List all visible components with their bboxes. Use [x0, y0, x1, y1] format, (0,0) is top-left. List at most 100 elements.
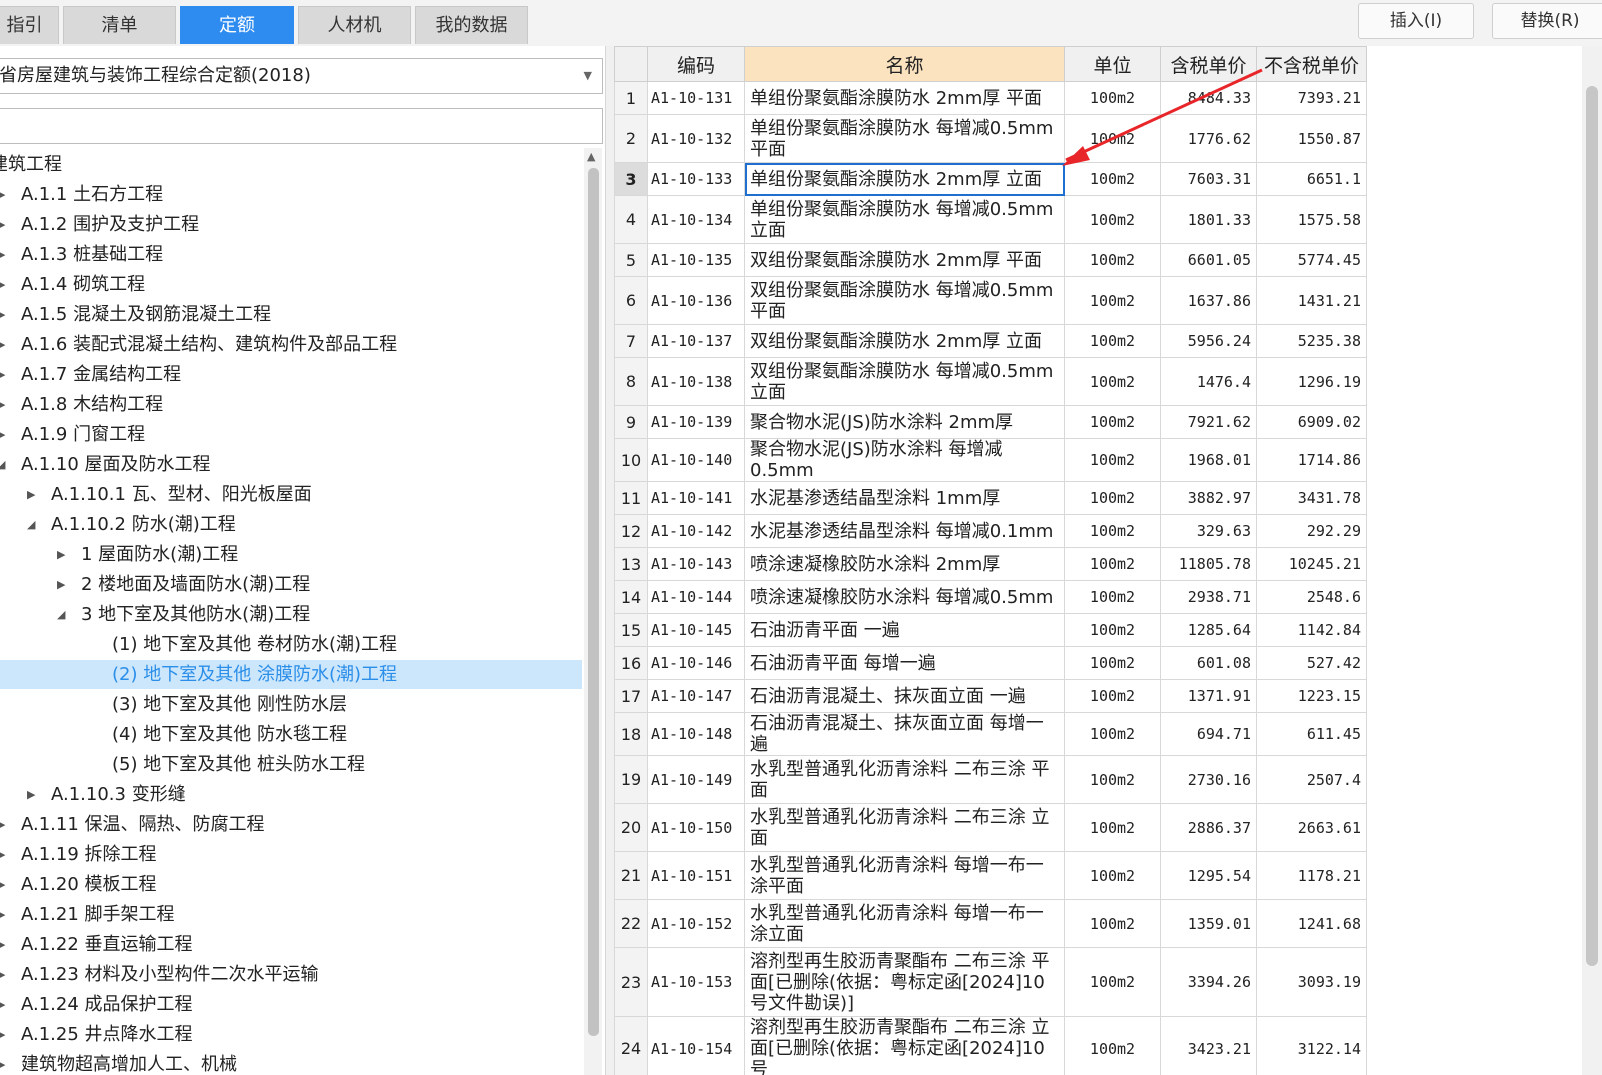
row-number[interactable]: 16 — [614, 646, 648, 680]
header-price-without-tax[interactable]: 不含税单价 — [1256, 46, 1367, 82]
price-without-tax[interactable]: 1223.15 — [1256, 679, 1367, 713]
price-without-tax[interactable]: 1142.84 — [1256, 613, 1367, 647]
expand-arrow-icon[interactable]: ▶ — [0, 330, 5, 359]
tree-node[interactable]: ▶ A.1.10.1 瓦、型材、阳光板屋面 — [0, 480, 582, 509]
tree-node[interactable]: ▶ A.1.22 垂直运输工程 — [0, 930, 582, 959]
quota-name[interactable]: 单组份聚氨酯涂膜防水 2mm厚 平面 — [744, 81, 1065, 115]
quota-name[interactable]: 聚合物水泥(JS)防水涂料 每增减0.5mm — [744, 438, 1065, 482]
row-number[interactable]: 12 — [614, 514, 648, 548]
tree-node[interactable]: (1) 地下室及其他 卷材防水(潮)工程 — [0, 630, 582, 659]
row-number[interactable]: 10 — [614, 438, 648, 482]
table-row[interactable]: 20 A1-10-150 水乳型普通乳化沥青涂料 二布三涂 立面 100m2 2886.… — [614, 803, 1367, 852]
quota-code[interactable]: A1-10-152 — [647, 899, 745, 948]
row-number[interactable]: 7 — [614, 324, 648, 358]
quota-unit[interactable]: 100m2 — [1064, 899, 1161, 948]
price-without-tax[interactable]: 3122.14 — [1256, 1016, 1367, 1075]
quota-name[interactable]: 双组份聚氨酯涂膜防水 2mm厚 平面 — [744, 243, 1065, 277]
price-without-tax[interactable]: 1241.68 — [1256, 899, 1367, 948]
tree-node[interactable]: ▶ A.1.19 拆除工程 — [0, 840, 582, 869]
price-without-tax[interactable]: 527.42 — [1256, 646, 1367, 680]
tree-node[interactable]: (5) 地下室及其他 桩头防水工程 — [0, 750, 582, 779]
table-row[interactable]: 16 A1-10-146 石油沥青平面 每增一遍 100m2 601.08 527.42 — [614, 646, 1367, 680]
quota-name[interactable]: 石油沥青混凝土、抹灰面立面 每增一遍 — [744, 712, 1065, 756]
price-with-tax[interactable]: 1637.86 — [1160, 276, 1257, 325]
quota-code[interactable]: A1-10-147 — [647, 679, 745, 713]
price-without-tax[interactable]: 611.45 — [1256, 712, 1367, 756]
price-with-tax[interactable]: 11805.78 — [1160, 547, 1257, 581]
tree-node[interactable]: ▶ A.1.1 土石方工程 — [0, 180, 582, 209]
dropdown-arrow-icon[interactable]: ▼ — [584, 59, 592, 93]
table-row[interactable]: 4 A1-10-134 单组份聚氨酯涂膜防水 每增减0.5mm 立面 100m2 180… — [614, 195, 1367, 244]
row-number[interactable]: 6 — [614, 276, 648, 325]
price-with-tax[interactable]: 1776.62 — [1160, 114, 1257, 163]
quota-library-select[interactable]: 省房屋建筑与装饰工程综合定额(2018) ▼ — [0, 58, 603, 94]
table-row[interactable]: 24 A1-10-154 溶剂型再生胶沥青聚酯布 二布三涂 立面[已删除(依据：粤标… — [614, 1016, 1367, 1075]
quota-code[interactable]: A1-10-139 — [647, 405, 745, 439]
quota-name[interactable]: 喷涂速凝橡胶防水涂料 2mm厚 — [744, 547, 1065, 581]
quota-code[interactable]: A1-10-143 — [647, 547, 745, 581]
quota-name[interactable]: 双组份聚氨酯涂膜防水 每增减0.5mm 立面 — [744, 357, 1065, 406]
row-number[interactable]: 23 — [614, 947, 648, 1017]
row-number[interactable]: 5 — [614, 243, 648, 277]
quota-code[interactable]: A1-10-154 — [647, 1016, 745, 1075]
price-with-tax[interactable]: 7603.31 — [1160, 162, 1257, 196]
quota-unit[interactable]: 100m2 — [1064, 81, 1161, 115]
expand-arrow-icon[interactable]: ▶ — [0, 270, 5, 299]
table-row[interactable]: 3 A1-10-133 单组份聚氨酯涂膜防水 2mm厚 立面 100m2 7603.31… — [614, 162, 1367, 196]
tree-node[interactable]: 建筑工程 — [0, 150, 582, 179]
row-number[interactable]: 8 — [614, 357, 648, 406]
table-row[interactable]: 13 A1-10-143 喷涂速凝橡胶防水涂料 2mm厚 100m2 11805.78 1… — [614, 547, 1367, 581]
quota-name[interactable]: 水泥基渗透结晶型涂料 1mm厚 — [744, 481, 1065, 515]
table-row[interactable]: 14 A1-10-144 喷涂速凝橡胶防水涂料 每增减0.5mm 100m2 2938.… — [614, 580, 1367, 614]
quota-unit[interactable]: 100m2 — [1064, 438, 1161, 482]
price-without-tax[interactable]: 7393.21 — [1256, 81, 1367, 115]
price-without-tax[interactable]: 1550.87 — [1256, 114, 1367, 163]
table-row[interactable]: 15 A1-10-145 石油沥青平面 一遍 100m2 1285.64 1142.84 — [614, 613, 1367, 647]
quota-code[interactable]: A1-10-142 — [647, 514, 745, 548]
tree-node[interactable]: (2) 地下室及其他 涂膜防水(潮)工程 — [0, 660, 582, 689]
quota-name[interactable]: 聚合物水泥(JS)防水涂料 2mm厚 — [744, 405, 1065, 439]
row-number[interactable]: 15 — [614, 613, 648, 647]
table-row[interactable]: 19 A1-10-149 水乳型普通乳化沥青涂料 二布三涂 平面 100m2 2730.… — [614, 755, 1367, 804]
header-unit[interactable]: 单位 — [1064, 46, 1161, 82]
price-without-tax[interactable]: 3093.19 — [1256, 947, 1367, 1017]
price-with-tax[interactable]: 1359.01 — [1160, 899, 1257, 948]
table-row[interactable]: 10 A1-10-140 聚合物水泥(JS)防水涂料 每增减0.5mm 100m2 19… — [614, 438, 1367, 482]
table-row[interactable]: 6 A1-10-136 双组份聚氨酯涂膜防水 每增减0.5mm 平面 100m2 163… — [614, 276, 1367, 325]
header-name[interactable]: 名称 — [744, 46, 1065, 82]
scroll-up-icon[interactable]: ▲ — [587, 150, 595, 163]
expand-arrow-icon[interactable]: ▶ — [0, 810, 5, 839]
header-price-with-tax[interactable]: 含税单价 — [1160, 46, 1257, 82]
collapse-arrow-icon[interactable]: ◢ — [57, 600, 65, 629]
quota-unit[interactable]: 100m2 — [1064, 195, 1161, 244]
quota-unit[interactable]: 100m2 — [1064, 803, 1161, 852]
tree-node[interactable]: ◢ A.1.10.2 防水(潮)工程 — [0, 510, 582, 539]
quota-unit[interactable]: 100m2 — [1064, 243, 1161, 277]
price-without-tax[interactable]: 292.29 — [1256, 514, 1367, 548]
quota-unit[interactable]: 100m2 — [1064, 712, 1161, 756]
table-row[interactable]: 21 A1-10-151 水乳型普通乳化沥青涂料 每增一布一涂平面 100m2 1295… — [614, 851, 1367, 900]
quota-unit[interactable]: 100m2 — [1064, 613, 1161, 647]
tree-node[interactable]: (4) 地下室及其他 防水毯工程 — [0, 720, 582, 749]
tree-scrollbar[interactable]: ▲ — [584, 148, 602, 1075]
tree-scrollbar-thumb[interactable] — [588, 168, 599, 1036]
quota-name[interactable]: 单组份聚氨酯涂膜防水 每增减0.5mm 平面 — [744, 114, 1065, 163]
price-with-tax[interactable]: 1801.33 — [1160, 195, 1257, 244]
tree-search-input[interactable] — [0, 108, 603, 144]
tree-node[interactable]: ▶ A.1.3 桩基础工程 — [0, 240, 582, 269]
quota-unit[interactable]: 100m2 — [1064, 755, 1161, 804]
header-code[interactable]: 编码 — [647, 46, 745, 82]
expand-arrow-icon[interactable]: ▶ — [27, 780, 35, 809]
quota-code[interactable]: A1-10-149 — [647, 755, 745, 804]
tab-my-data[interactable]: 我的数据 — [415, 6, 528, 44]
table-row[interactable]: 11 A1-10-141 水泥基渗透结晶型涂料 1mm厚 100m2 3882.97 34… — [614, 481, 1367, 515]
price-with-tax[interactable]: 1295.54 — [1160, 851, 1257, 900]
tab-quota[interactable]: 定额 — [180, 6, 294, 44]
quota-name[interactable]: 水乳型普通乳化沥青涂料 每增一布一涂立面 — [744, 899, 1065, 948]
table-row[interactable]: 5 A1-10-135 双组份聚氨酯涂膜防水 2mm厚 平面 100m2 6601.05… — [614, 243, 1367, 277]
table-row[interactable]: 18 A1-10-148 石油沥青混凝土、抹灰面立面 每增一遍 100m2 694.71… — [614, 712, 1367, 756]
quota-unit[interactable]: 100m2 — [1064, 851, 1161, 900]
expand-arrow-icon[interactable]: ▶ — [0, 900, 5, 929]
price-without-tax[interactable]: 1431.21 — [1256, 276, 1367, 325]
expand-arrow-icon[interactable]: ▶ — [0, 390, 5, 419]
